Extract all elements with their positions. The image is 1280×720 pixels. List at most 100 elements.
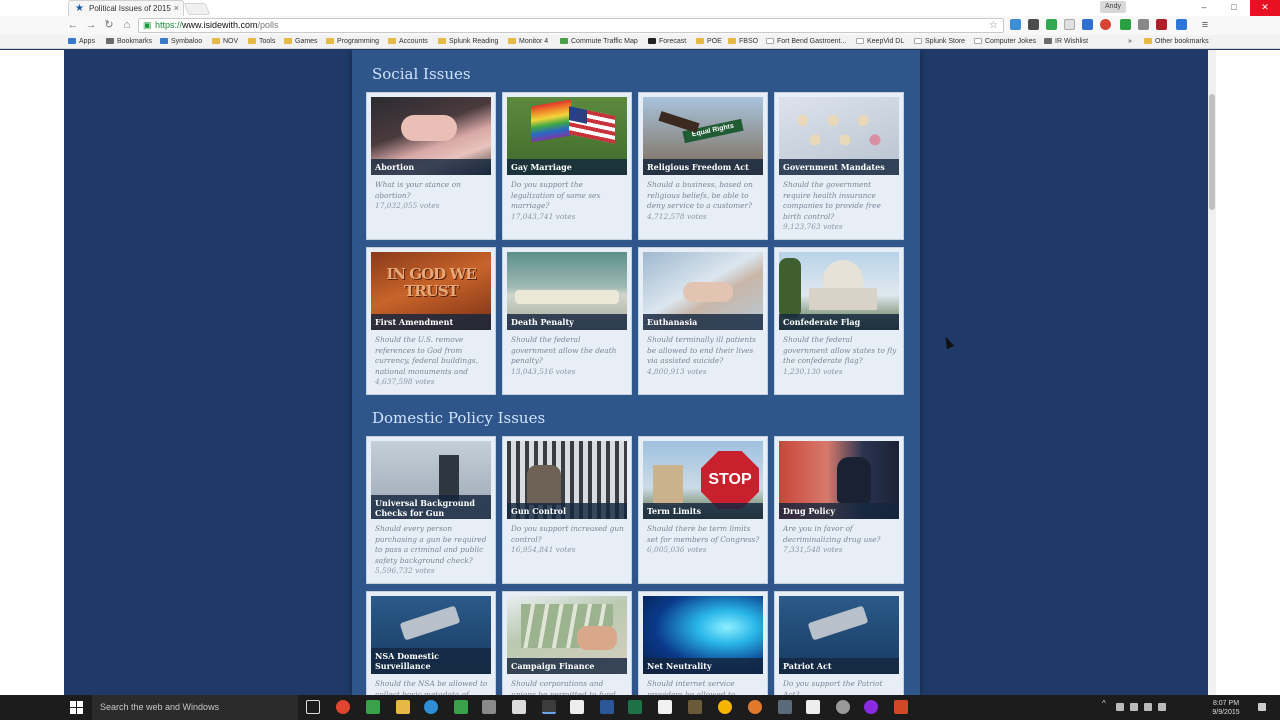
clock[interactable]: 8:07 PM 9/9/2015 bbox=[1206, 699, 1246, 717]
bookmark-computer-jokes[interactable]: Computer Jokes bbox=[974, 37, 1036, 47]
windows-start-icon[interactable] bbox=[70, 701, 84, 715]
extension-icon-3[interactable] bbox=[1046, 19, 1057, 30]
bookmarks-overflow-button[interactable]: » bbox=[1128, 37, 1132, 47]
app-taskbar-icon-2[interactable] bbox=[424, 700, 438, 714]
excel-icon[interactable] bbox=[628, 700, 642, 714]
tray-icon-1[interactable] bbox=[1116, 703, 1124, 711]
extension-icon-10[interactable] bbox=[1176, 19, 1187, 30]
new-tab-button[interactable] bbox=[183, 3, 211, 15]
app-taskbar-icon-10[interactable] bbox=[836, 700, 850, 714]
chrome-taskbar-icon[interactable] bbox=[336, 700, 350, 714]
extension-icon-2[interactable] bbox=[1028, 19, 1039, 30]
poll-card-patriot-act[interactable]: Patriot Act Do you support the Patriot A… bbox=[774, 591, 904, 695]
poll-card-confederate-flag[interactable]: Confederate Flag Should the federal gove… bbox=[774, 247, 904, 395]
other-bookmarks[interactable]: Other bookmarks bbox=[1144, 37, 1209, 47]
extension-icon-1[interactable] bbox=[1010, 19, 1021, 30]
poll-card-religious-freedom-act[interactable]: Equal Rights Religious Freedom Act Shoul… bbox=[638, 92, 768, 240]
bookmark-nov[interactable]: NOV bbox=[212, 37, 238, 47]
vote-count: 7,331,548 votes bbox=[783, 545, 843, 555]
word-icon[interactable] bbox=[600, 700, 614, 714]
extension-icon-9[interactable] bbox=[1156, 19, 1167, 30]
taskbar-search-input[interactable]: Search the web and Windows bbox=[92, 695, 298, 720]
bookmark-keepvid[interactable]: KeepVid DL bbox=[856, 37, 904, 47]
window-close-icon[interactable]: ✕ bbox=[1250, 0, 1280, 16]
bookmark-splunk-reading[interactable]: Splunk Reading bbox=[438, 37, 498, 47]
reload-icon[interactable]: ↻ bbox=[102, 18, 116, 32]
tray-overflow-icon[interactable]: ^ bbox=[1102, 699, 1110, 708]
volume-icon[interactable] bbox=[1144, 703, 1152, 711]
bookmark-forecast[interactable]: Forecast bbox=[648, 37, 686, 47]
home-icon[interactable]: ⌂ bbox=[120, 18, 134, 32]
poll-card-first-amendment[interactable]: IN GOD WE TRUST First Amendment Should t… bbox=[366, 247, 496, 395]
extension-icon-4[interactable] bbox=[1064, 19, 1075, 30]
task-view-icon[interactable] bbox=[306, 700, 320, 714]
bookmark-fbso[interactable]: FBSO bbox=[728, 37, 758, 47]
bookmark-bookmarks[interactable]: Bookmarks bbox=[106, 37, 152, 47]
card-title: Net Neutrality bbox=[643, 658, 763, 674]
action-center-icon[interactable] bbox=[1258, 703, 1266, 711]
poll-card-term-limits[interactable]: STOP Term Limits Should there be term li… bbox=[638, 436, 768, 584]
bookmark-programming[interactable]: Programming bbox=[326, 37, 379, 47]
mail-icon[interactable] bbox=[806, 700, 820, 714]
poll-card-universal-background-checks[interactable]: Universal Background Checks for Gun Purc… bbox=[366, 436, 496, 584]
bookmark-ir-wishlist[interactable]: IR Wishlist bbox=[1044, 37, 1088, 47]
maximize-icon[interactable]: □ bbox=[1220, 0, 1248, 16]
app-taskbar-icon-5[interactable] bbox=[542, 700, 556, 714]
poll-card-drug-policy[interactable]: Drug Policy Are you in favor of decrimin… bbox=[774, 436, 904, 584]
page-scrollbar[interactable] bbox=[1208, 50, 1216, 695]
extension-icon-7[interactable] bbox=[1120, 19, 1131, 30]
network-icon[interactable] bbox=[1130, 703, 1138, 711]
poll-card-gun-control[interactable]: Gun Control Do you support increased gun… bbox=[502, 436, 632, 584]
bookmark-poe[interactable]: POE bbox=[696, 37, 722, 47]
notepad-icon[interactable] bbox=[658, 700, 672, 714]
calculator-icon[interactable] bbox=[512, 700, 526, 714]
browser-tab[interactable]: ★ Political Issues of 2015 × bbox=[68, 0, 184, 16]
keyboard-icon[interactable] bbox=[1158, 703, 1166, 711]
poll-card-death-penalty[interactable]: Death Penalty Should the federal governm… bbox=[502, 247, 632, 395]
poll-card-gay-marriage[interactable]: Gay Marriage Do you support the legaliza… bbox=[502, 92, 632, 240]
chrome-menu-icon[interactable]: ≡ bbox=[1198, 18, 1212, 32]
bookmark-fort-bend[interactable]: Fort Bend Gastroent... bbox=[766, 37, 846, 47]
poll-card-abortion[interactable]: Abortion What is your stance on abortion… bbox=[366, 92, 496, 240]
bookmark-games[interactable]: Games bbox=[284, 37, 318, 47]
scrollbar-thumb[interactable] bbox=[1209, 94, 1215, 210]
poll-card-nsa-domestic-surveillance[interactable]: NSA Domestic Surveillance Should the NSA… bbox=[366, 591, 496, 695]
secure-lock-icon: ▣ bbox=[143, 20, 152, 30]
bookmark-commute-traffic-map[interactable]: Commute Traffic Map bbox=[560, 37, 638, 47]
bookmark-symbaloo[interactable]: Symbaloo bbox=[160, 37, 202, 47]
back-icon[interactable]: ← bbox=[66, 18, 80, 32]
user-profile-button[interactable]: Andy bbox=[1100, 1, 1126, 13]
bookmark-apps[interactable]: Apps bbox=[68, 37, 95, 47]
address-bar-input[interactable]: ▣ https://www.isidewith.com/polls ☆ bbox=[138, 18, 1004, 33]
poll-card-campaign-finance[interactable]: Campaign Finance Should corporations and… bbox=[502, 591, 632, 695]
poll-card-euthanasia[interactable]: Euthanasia Should terminally ill patient… bbox=[638, 247, 768, 395]
bookmark-tools[interactable]: Tools bbox=[248, 37, 275, 47]
bookmark-splunk-store[interactable]: Splunk Store bbox=[914, 37, 965, 47]
poll-card-government-mandates[interactable]: Government Mandates Should the governmen… bbox=[774, 92, 904, 240]
forward-icon[interactable]: → bbox=[84, 18, 98, 32]
tab-close-icon[interactable]: × bbox=[174, 1, 179, 16]
tree-shape bbox=[779, 258, 801, 318]
app-taskbar-icon-7[interactable] bbox=[718, 700, 732, 714]
bookmark-accounts[interactable]: Accounts bbox=[388, 37, 428, 47]
app-taskbar-icon-4[interactable] bbox=[482, 700, 496, 714]
powerpoint-icon[interactable] bbox=[894, 700, 908, 714]
app-taskbar-icon-8[interactable] bbox=[748, 700, 762, 714]
file-explorer-icon[interactable] bbox=[396, 700, 410, 714]
app-taskbar-icon-1[interactable] bbox=[366, 700, 380, 714]
minimize-icon[interactable]: – bbox=[1190, 0, 1218, 16]
extension-icon-5[interactable] bbox=[1082, 19, 1093, 30]
app-taskbar-icon-9[interactable] bbox=[778, 700, 792, 714]
app-taskbar-icon-6[interactable] bbox=[688, 700, 702, 714]
card-title: Universal Background Checks for Gun Purc… bbox=[371, 495, 491, 519]
bookmark-star-icon[interactable]: ☆ bbox=[989, 19, 998, 32]
bookmark-monitor-4[interactable]: Monitor 4 bbox=[508, 37, 548, 47]
app-taskbar-icon-11[interactable] bbox=[864, 700, 878, 714]
store-icon[interactable] bbox=[570, 700, 584, 714]
capitol-body-shape bbox=[809, 288, 877, 310]
extension-icon-6[interactable] bbox=[1100, 19, 1111, 30]
extension-icon-8[interactable] bbox=[1138, 19, 1149, 30]
app-taskbar-icon-3[interactable] bbox=[454, 700, 468, 714]
campaign-finance-image: Campaign Finance bbox=[507, 596, 627, 674]
poll-card-net-neutrality[interactable]: Net Neutrality Should internet service p… bbox=[638, 591, 768, 695]
